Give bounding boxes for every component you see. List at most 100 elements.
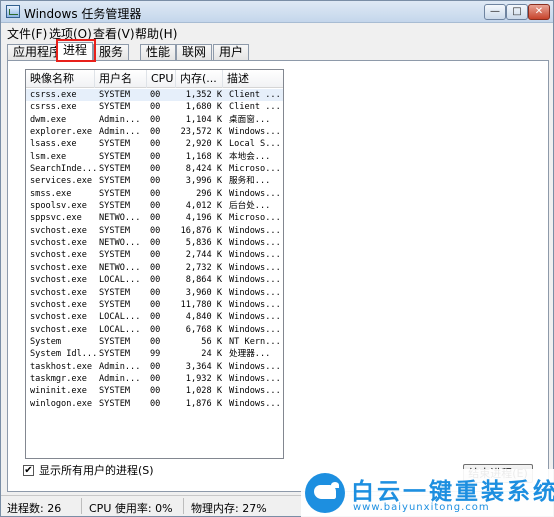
column-cpu[interactable]: CPU [147,70,176,88]
process-memory-cell: 1,352 K [185,90,222,100]
process-memory-cell: 11,780 K [180,299,222,310]
process-name-cell: svchost.exe [30,250,87,261]
process-description-cell: Windows... [229,127,281,138]
task-manager-window: Windows 任务管理器 — □ ✕ 文件(F) 选项(O) 查看(V) 帮助… [0,0,554,517]
process-user-cell: SYSTEM [99,336,131,347]
show-all-users-checkbox[interactable]: ✔ [23,465,34,476]
process-cpu-cell: 00 [150,90,161,100]
process-cpu-cell: 00 [150,238,161,249]
title-bar[interactable]: Windows 任务管理器 — □ ✕ [1,1,553,23]
table-row[interactable]: System SYSTEM 00 56 K NT Kern... [26,336,283,348]
status-memory: 物理内存: 27% [191,502,267,515]
column-image-name[interactable]: 映像名称 [26,70,95,88]
process-user-cell: SYSTEM [99,90,131,100]
process-cpu-cell: 00 [150,176,161,187]
table-row[interactable]: svchost.exe SYSTEM 00 2,744 K Windows... [26,249,283,261]
column-memory[interactable]: 内存(... [176,70,223,88]
process-memory-cell: 3,364 K [185,361,222,372]
column-description[interactable]: 描述 [223,70,283,88]
process-memory-cell: 1,168 K [185,151,222,162]
table-row[interactable]: svchost.exe NETWO... 00 2,732 K Windows... [26,262,283,274]
table-row[interactable]: SearchInde... SYSTEM 00 8,424 K Microso... [26,163,283,175]
menu-file[interactable]: 文件(F) [7,25,47,42]
process-name-cell: svchost.exe [30,287,87,298]
process-description-cell: Windows... [229,262,281,273]
table-row[interactable]: csrss.exe SYSTEM 00 1,352 K Client ... [26,89,283,102]
table-row[interactable]: lsm.exe SYSTEM 00 1,168 K 本地会... [26,151,283,163]
process-user-cell: SYSTEM [99,299,131,310]
table-row[interactable]: svchost.exe SYSTEM 00 3,960 K Windows... [26,287,283,299]
table-row[interactable]: svchost.exe LOCAL... 00 6,768 K Windows... [26,324,283,336]
process-name-cell: svchost.exe [30,262,87,273]
menu-view[interactable]: 查看(V) [93,25,135,42]
table-row[interactable]: svchost.exe SYSTEM 00 11,780 K Windows... [26,299,283,311]
task-manager-icon [6,5,20,18]
process-cpu-cell: 00 [150,102,161,113]
process-cpu-cell: 00 [150,361,161,372]
process-cpu-cell: 99 [150,349,161,360]
process-description-cell: Client ... [229,102,281,113]
process-name-cell: smss.exe [30,188,72,199]
table-row[interactable]: svchost.exe LOCAL... 00 8,864 K Windows... [26,274,283,286]
process-cpu-cell: 00 [150,225,161,236]
process-description-cell: Windows... [229,225,281,236]
process-cpu-cell: 00 [150,398,161,409]
table-row[interactable]: taskhost.exe Admin... 00 3,364 K Windows... [26,361,283,373]
process-list[interactable]: 映像名称 用户名 CPU 内存(... 描述 csrss.exe SYSTEM 00… [25,69,284,459]
tab-performance[interactable]: 性能 [140,44,177,61]
process-name-cell: svchost.exe [30,312,87,323]
process-user-cell: SYSTEM [99,225,131,236]
process-cpu-cell: 00 [150,114,161,125]
process-user-cell: SYSTEM [99,139,131,150]
table-row[interactable]: taskmgr.exe Admin... 00 1,932 K Windows... [26,373,283,385]
tab-services[interactable]: 服务 [93,44,130,61]
table-row[interactable]: svchost.exe SYSTEM 00 16,876 K Windows... [26,225,283,237]
process-memory-cell: 8,864 K [185,275,222,286]
process-description-cell: 服务和... [229,176,271,187]
menu-help[interactable]: 帮助(H) [135,25,177,42]
process-name-cell: svchost.exe [30,275,87,286]
process-description-cell: Microso... [229,213,281,224]
process-cpu-cell: 00 [150,127,161,138]
table-row[interactable]: System Idl... SYSTEM 99 24 K 处理器... [26,348,283,360]
tab-networking[interactable]: 联网 [176,44,213,61]
table-row[interactable]: sppsvc.exe NETWO... 00 4,196 K Microso... [26,212,283,224]
process-user-cell: SYSTEM [99,176,131,187]
process-cpu-cell: 00 [150,139,161,150]
table-row[interactable]: dwm.exe Admin... 00 1,104 K 桌面窗... [26,114,283,126]
table-row[interactable]: smss.exe SYSTEM 00 296 K Windows... [26,188,283,200]
process-rows: csrss.exe SYSTEM 00 1,352 K Client ... csrss.… [26,89,283,410]
minimize-button[interactable]: — [484,4,506,20]
table-row[interactable]: explorer.exe Admin... 00 23,572 K Windows... [26,126,283,138]
table-row[interactable]: lsass.exe SYSTEM 00 2,920 K Local S... [26,138,283,150]
process-name-cell: System Idl... [30,349,96,360]
maximize-button[interactable]: □ [506,4,528,20]
process-memory-cell: 1,876 K [185,398,222,409]
table-row[interactable]: spoolsv.exe SYSTEM 00 4,012 K 后台处... [26,200,283,212]
process-memory-cell: 4,012 K [185,201,222,212]
process-description-cell: Windows... [229,275,281,286]
table-row[interactable]: csrss.exe SYSTEM 00 1,680 K Client ... [26,101,283,113]
process-user-cell: NETWO... [99,238,141,249]
process-name-cell: services.exe [30,176,93,187]
process-user-cell: SYSTEM [99,287,131,298]
process-user-cell: SYSTEM [99,151,131,162]
process-user-cell: Admin... [99,373,141,384]
process-cpu-cell: 00 [150,151,161,162]
close-button[interactable]: ✕ [528,4,550,20]
table-row[interactable]: services.exe SYSTEM 00 3,996 K 服务和... [26,175,283,187]
column-user-name[interactable]: 用户名 [95,70,147,88]
table-row[interactable]: wininit.exe SYSTEM 00 1,028 K Windows... [26,385,283,397]
process-name-cell: sppsvc.exe [30,213,82,224]
table-row[interactable]: svchost.exe NETWO... 00 5,836 K Windows... [26,237,283,249]
process-description-cell: Windows... [229,361,281,372]
process-user-cell: SYSTEM [99,349,131,360]
table-row[interactable]: svchost.exe LOCAL... 00 4,840 K Windows... [26,311,283,323]
table-row[interactable]: winlogon.exe SYSTEM 00 1,876 K Windows... [26,398,283,410]
show-all-users-label: 显示所有用户的进程(S) [39,464,154,477]
window-title: Windows 任务管理器 [24,7,142,21]
status-cpu-usage: CPU 使用率: 0% [89,502,173,515]
process-memory-cell: 24 K [201,349,222,360]
tab-users[interactable]: 用户 [213,44,250,61]
process-name-cell: svchost.exe [30,225,87,236]
